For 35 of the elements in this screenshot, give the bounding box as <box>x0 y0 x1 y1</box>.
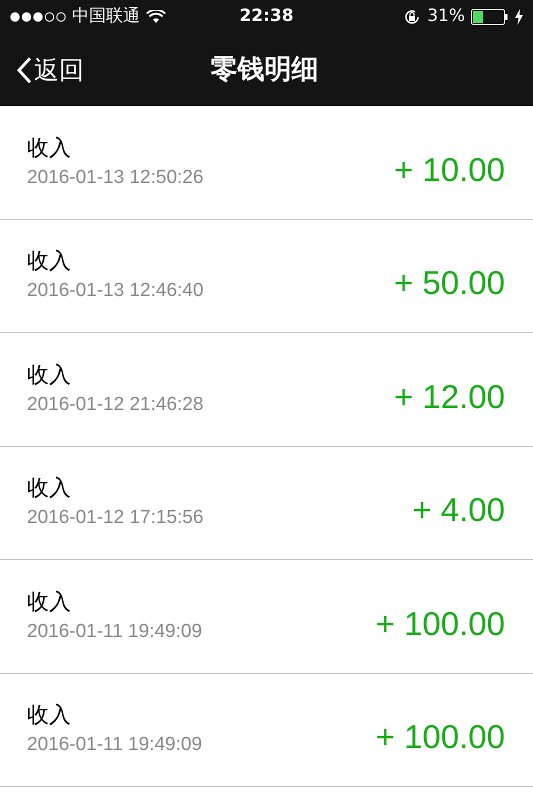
signal-icon <box>10 12 66 22</box>
transaction-amount: + 4.00 <box>412 490 505 530</box>
rotation-lock-icon <box>403 8 422 26</box>
transaction-time: 2016-01-12 17:15:56 <box>27 508 204 528</box>
transaction-row[interactable]: 收入 2016-01-13 12:46:40 + 50.00 <box>0 220 533 333</box>
back-button[interactable]: 返回 <box>16 51 84 89</box>
transaction-amount: + 10.00 <box>394 150 505 190</box>
transaction-time: 2016-01-13 12:50:26 <box>27 168 204 187</box>
charging-icon <box>515 9 523 25</box>
transaction-row[interactable]: 收入 2016-01-12 17:15:56 + 4.00 <box>0 446 533 560</box>
transaction-row[interactable]: 收入 2016-01-13 12:50:26 + 10.00 <box>0 106 533 220</box>
page-title: 零钱明细 <box>210 52 318 87</box>
transaction-type: 收入 <box>27 592 72 614</box>
transaction-type: 收入 <box>27 251 72 274</box>
transaction-row[interactable]: 收入 2016-01-11 19:49:09 + 100.00 <box>0 560 533 674</box>
carrier-name: 中国联通 <box>72 5 140 28</box>
transaction-amount: + 100.00 <box>376 717 505 757</box>
battery-percent: 31% <box>427 5 465 28</box>
transaction-type: 收入 <box>27 138 72 160</box>
transaction-row[interactable]: 收入 2016-01-11 19:49:09 + 100.00 <box>0 674 533 787</box>
transaction-time: 2016-01-11 19:49:09 <box>27 735 204 754</box>
chevron-left-icon <box>16 56 32 84</box>
transaction-row[interactable]: 收入 2016-01-12 21:46:28 + 12.00 <box>0 333 533 446</box>
transaction-time: 2016-01-13 12:46:40 <box>27 281 204 300</box>
battery-icon <box>471 9 509 25</box>
status-time: 22:38 <box>238 5 295 28</box>
transaction-type: 收入 <box>27 705 72 728</box>
transaction-type: 收入 <box>27 364 72 387</box>
transaction-amount: + 12.00 <box>394 376 505 416</box>
transaction-amount: + 50.00 <box>394 263 505 303</box>
transaction-type: 收入 <box>27 478 72 500</box>
transaction-time: 2016-01-12 21:46:28 <box>27 394 204 414</box>
transaction-amount: + 100.00 <box>376 604 505 644</box>
transaction-time: 2016-01-11 19:49:09 <box>27 622 204 641</box>
wifi-icon <box>146 10 166 24</box>
